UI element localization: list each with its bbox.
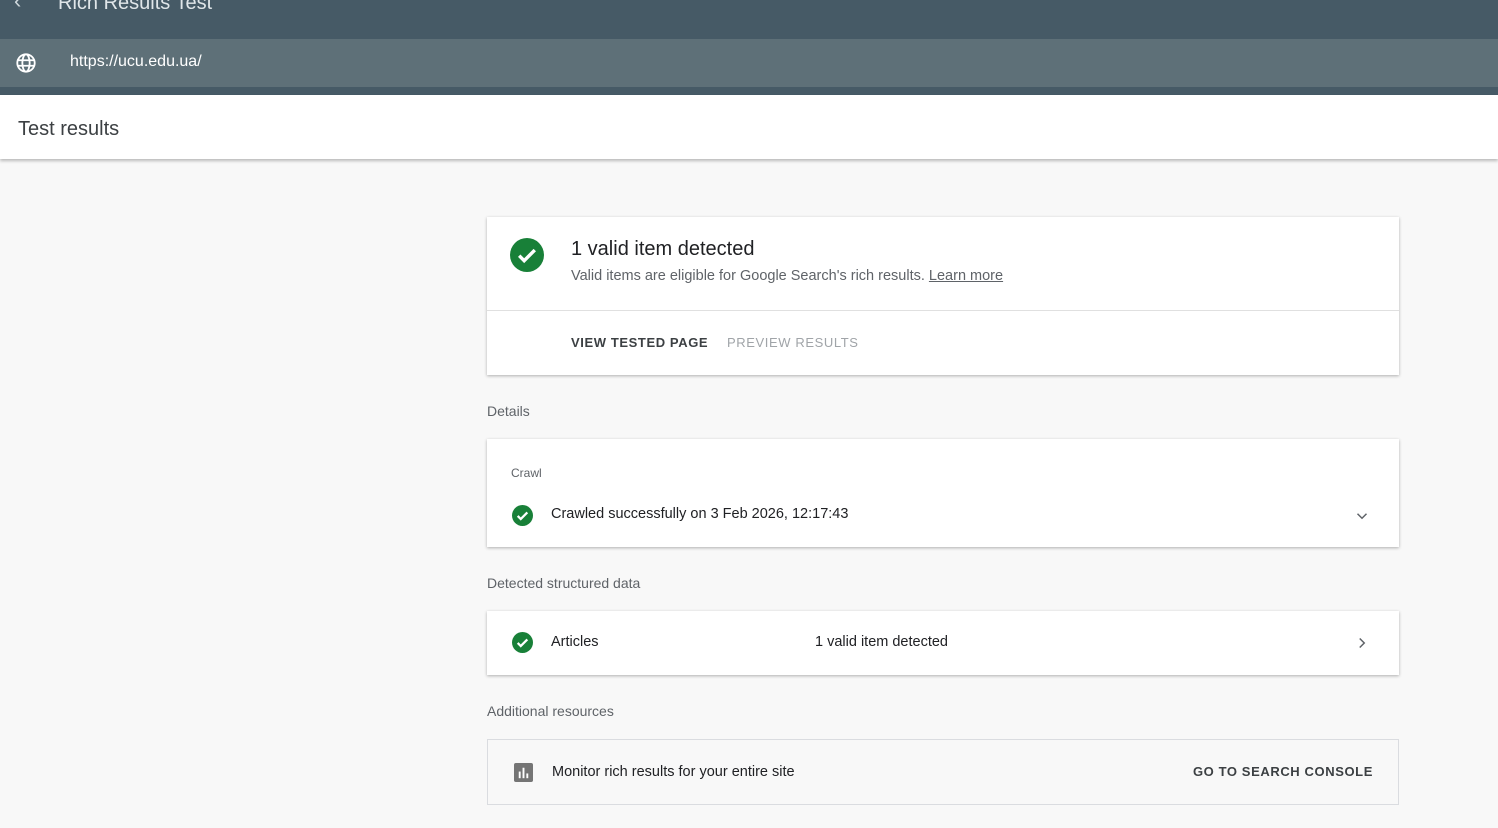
crawl-label: Crawl	[511, 466, 542, 480]
search-console-card: Monitor rich results for your entire sit…	[487, 739, 1399, 805]
url-bar: https://ucu.edu.ua/	[0, 39, 1498, 87]
structured-item-articles[interactable]: Articles 1 valid item detected	[487, 611, 1399, 675]
app-title: Rich Results Test	[58, 0, 213, 14]
additional-resources-heading: Additional resources	[487, 703, 614, 719]
page-title: Test results	[18, 118, 120, 140]
chevron-down-icon[interactable]	[1353, 507, 1371, 525]
summary-title: 1 valid item detected	[571, 238, 755, 260]
view-tested-page-button[interactable]: VIEW TESTED PAGE	[571, 335, 708, 350]
structured-data-heading: Detected structured data	[487, 575, 641, 591]
summary-card: 1 valid item detected Valid items are el…	[487, 217, 1399, 375]
go-to-search-console-button[interactable]: GO TO SEARCH CONSOLE	[1193, 764, 1373, 779]
tested-url[interactable]: https://ucu.edu.ua/	[70, 53, 202, 71]
app-header: ‹ Rich Results Test	[0, 0, 1498, 39]
preview-results-button[interactable]: PREVIEW RESULTS	[727, 335, 859, 350]
check-circle-icon	[510, 238, 544, 272]
back-arrow-icon[interactable]: ‹	[14, 0, 21, 14]
header-strip	[0, 87, 1498, 95]
item-status: 1 valid item detected	[815, 634, 948, 650]
chevron-right-icon[interactable]	[1353, 634, 1371, 652]
summary-subtitle: Valid items are eligible for Google Sear…	[571, 268, 925, 284]
resource-text: Monitor rich results for your entire sit…	[552, 764, 795, 780]
bar-chart-icon	[514, 763, 533, 782]
results-bar: Test results	[0, 95, 1498, 159]
divider	[487, 310, 1399, 311]
learn-more-link[interactable]: Learn more	[929, 268, 1003, 284]
crawl-status: Crawled successfully on 3 Feb 2026, 12:1…	[551, 506, 849, 522]
globe-icon	[16, 53, 36, 73]
check-circle-icon	[512, 632, 533, 653]
details-heading: Details	[487, 403, 530, 419]
crawl-card[interactable]: Crawl Crawled successfully on 3 Feb 2026…	[487, 439, 1399, 547]
check-circle-icon	[512, 505, 533, 526]
item-name: Articles	[551, 634, 599, 650]
